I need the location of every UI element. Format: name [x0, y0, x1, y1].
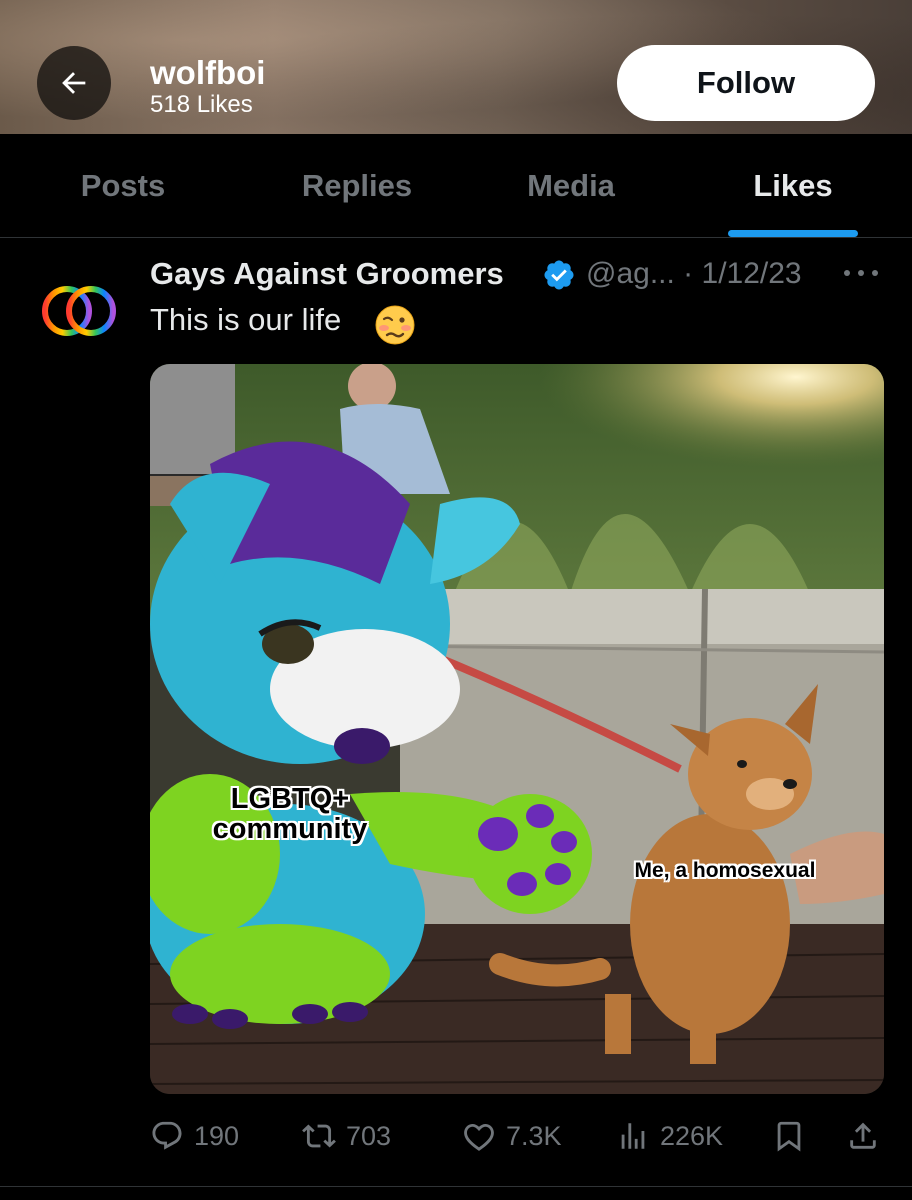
tweet-handle: @ag...	[586, 257, 675, 290]
meme-caption-left: LGBTQ+ community	[180, 784, 400, 845]
views-count: 226K	[660, 1120, 724, 1151]
profile-header: wolfboi 518 Likes Follow	[0, 0, 912, 134]
like-count: 7.3K	[506, 1120, 562, 1151]
follow-button[interactable]: Follow	[617, 45, 875, 121]
divider	[0, 1186, 912, 1187]
bookmark-icon	[777, 1121, 801, 1152]
tweet-actions: 190 703 7.3K 226K	[0, 1108, 912, 1164]
repost-icon	[302, 1124, 336, 1148]
meme-caption-right: Me, a homosexual	[634, 859, 816, 882]
reply-button[interactable]: 190	[150, 1108, 239, 1164]
back-button[interactable]	[37, 46, 111, 120]
more-options-icon[interactable]	[838, 258, 884, 288]
reply-count: 190	[194, 1120, 240, 1151]
caption-left-line1: LGBTQ+	[230, 783, 350, 815]
heart-icon	[464, 1123, 494, 1151]
repost-button[interactable]: 703	[302, 1108, 391, 1164]
likes-count: 518 Likes	[150, 91, 253, 118]
avatar[interactable]	[38, 280, 120, 342]
verified-badge-icon	[544, 260, 574, 290]
repost-count: 703	[346, 1120, 392, 1151]
like-button[interactable]: 7.3K	[462, 1108, 562, 1164]
arrow-left-icon	[62, 72, 86, 94]
tweet-handle-date[interactable]: @ag... · 1/12/23	[586, 257, 802, 291]
tab-replies[interactable]: Replies	[272, 134, 442, 238]
active-tab-indicator	[728, 230, 858, 237]
views-button[interactable]: 226K	[616, 1108, 723, 1164]
tab-posts[interactable]: Posts	[40, 134, 206, 238]
share-button[interactable]	[846, 1108, 880, 1164]
tweet-text: This is our life	[150, 302, 342, 337]
share-icon	[850, 1122, 876, 1149]
meme-image	[150, 364, 884, 1094]
tweet-date: 1/12/23	[701, 257, 802, 290]
woozy-face-icon	[375, 305, 415, 345]
tweet-media-image[interactable]: LGBTQ+ community Me, a homosexual	[150, 364, 884, 1094]
separator-dot: ·	[683, 257, 694, 290]
profile-name: wolfboi	[150, 54, 266, 91]
views-chart-icon	[621, 1123, 645, 1149]
reply-icon	[152, 1121, 182, 1150]
bookmark-button[interactable]	[772, 1108, 806, 1164]
tab-likes[interactable]: Likes	[728, 134, 858, 238]
tab-media[interactable]: Media	[500, 134, 642, 238]
profile-tabs: Posts Replies Media Likes	[0, 134, 912, 238]
tweet-author[interactable]: Gays Against Groomers	[150, 256, 504, 292]
caption-left-line2: community	[212, 813, 368, 846]
